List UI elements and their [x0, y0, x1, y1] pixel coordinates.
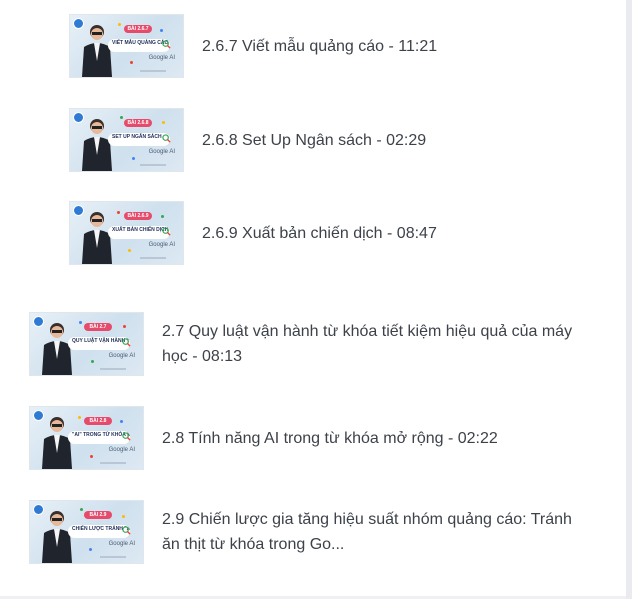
magnifier-icon	[122, 526, 131, 535]
decor-dot	[128, 249, 131, 252]
thumbnail-brand: Google AI	[108, 447, 135, 453]
thumbnail-footer-line	[100, 368, 126, 370]
magnifier-icon	[122, 432, 131, 441]
decor-dot	[132, 157, 135, 160]
decor-dot	[91, 360, 94, 363]
thumbnail-footer-line	[100, 462, 126, 464]
lesson-item[interactable]: BÀI 2.8 "AI" TRONG TỪ KHÓA MỞ RỘNG Googl…	[29, 406, 498, 470]
lesson-title-line: 2.9 Chiến lược gia tăng hiệu suất nhóm q…	[162, 511, 572, 528]
thumbnail-brand: Google AI	[148, 55, 175, 61]
scroll-edge	[626, 0, 632, 599]
magnifier-icon	[162, 227, 171, 236]
lesson-badge: BÀI 2.6.9	[124, 212, 152, 220]
lesson-item[interactable]: BÀI 2.6.9 XUẤT BẢN CHIẾN DỊCH Google AI …	[69, 201, 437, 265]
lesson-item[interactable]: BÀI 2.9 CHIẾN LƯỢC TRÁNH "ĂN THỊT" TỪ KH…	[29, 500, 572, 564]
thumbnail-brand: Google AI	[148, 242, 175, 248]
thumbnail-brand: Google AI	[108, 541, 135, 547]
thumbnail-footer-line	[140, 257, 166, 259]
decor-dot	[161, 215, 164, 218]
thumbnail-title: "AI" TRONG TỪ KHÓA MỞ RỘNG	[68, 431, 130, 444]
thumbnail-footer-line	[140, 70, 166, 72]
magnifier-icon	[162, 134, 171, 143]
magnifier-icon	[122, 338, 131, 347]
decor-dot	[90, 455, 93, 458]
thumbnail-footer-line	[140, 164, 166, 166]
lesson-badge: BÀI 2.6.8	[124, 119, 152, 127]
lesson-item[interactable]: BÀI 2.7 QUY LUẬT VẬN HÀNH TỪ KHÓA HIỆU Q…	[29, 312, 572, 376]
decor-dot	[160, 29, 163, 32]
lesson-thumbnail[interactable]: BÀI 2.8 "AI" TRONG TỪ KHÓA MỞ RỘNG Googl…	[29, 406, 144, 470]
lesson-title[interactable]: 2.8 Tính năng AI trong từ khóa mở rộng -…	[162, 426, 498, 451]
magnifier-icon	[162, 40, 171, 49]
lesson-thumbnail[interactable]: BÀI 2.6.7 VIẾT MẪU QUẢNG CÁO HIỆU QUẢ Go…	[69, 14, 184, 78]
lesson-title[interactable]: 2.6.7 Viết mẫu quảng cáo - 11:21	[202, 34, 437, 59]
decor-dot	[89, 548, 92, 551]
lesson-title[interactable]: 2.7 Quy luật vận hành từ khóa tiết kiệm …	[162, 319, 572, 369]
decor-dot	[117, 211, 120, 214]
lesson-item[interactable]: BÀI 2.6.7 VIẾT MẪU QUẢNG CÁO HIỆU QUẢ Go…	[69, 14, 437, 78]
thumbnail-brand: Google AI	[108, 353, 135, 359]
decor-dot	[130, 61, 133, 64]
lesson-title[interactable]: 2.9 Chiến lược gia tăng hiệu suất nhóm q…	[162, 507, 572, 557]
lesson-badge: BÀI 2.9	[84, 511, 112, 519]
lesson-badge: BÀI 2.8	[84, 417, 112, 425]
lesson-title[interactable]: 2.6.8 Set Up Ngân sách - 02:29	[202, 128, 426, 153]
decor-dot	[80, 508, 83, 511]
thumbnail-title: SET UP NGÂN SÁCH	[108, 133, 170, 146]
decor-dot	[120, 116, 123, 119]
decor-dot	[120, 420, 123, 423]
decor-dot	[162, 121, 165, 124]
lesson-title-line: ăn thịt từ khóa trong Go...	[162, 536, 345, 553]
lesson-badge: BÀI 2.6.7	[124, 25, 152, 33]
thumbnail-brand: Google AI	[148, 149, 175, 155]
lesson-thumbnail[interactable]: BÀI 2.9 CHIẾN LƯỢC TRÁNH "ĂN THỊT" TỪ KH…	[29, 500, 144, 564]
lesson-list-panel: BÀI 2.6.7 VIẾT MẪU QUẢNG CÁO HIỆU QUẢ Go…	[0, 0, 626, 596]
lesson-title-line: học - 08:13	[162, 348, 243, 365]
lesson-item[interactable]: BÀI 2.6.8 SET UP NGÂN SÁCH Google AI 2.6…	[69, 108, 426, 172]
decor-dot	[122, 515, 125, 518]
thumbnail-title: VIẾT MẪU QUẢNG CÁO HIỆU QUẢ	[108, 39, 170, 52]
lesson-title[interactable]: 2.6.9 Xuất bản chiến dịch - 08:47	[202, 221, 437, 246]
thumbnail-footer-line	[100, 556, 126, 558]
decor-dot	[118, 23, 121, 26]
lesson-thumbnail[interactable]: BÀI 2.6.9 XUẤT BẢN CHIẾN DỊCH Google AI	[69, 201, 184, 265]
thumbnail-title: QUY LUẬT VẬN HÀNH TỪ KHÓA HIỆU QUẢ	[68, 337, 130, 350]
thumbnail-title: CHIẾN LƯỢC TRÁNH "ĂN THỊT" TỪ KHÓA	[68, 525, 130, 538]
decor-dot	[79, 321, 82, 324]
decor-dot	[78, 416, 81, 419]
decor-dot	[123, 325, 126, 328]
thumbnail-title: XUẤT BẢN CHIẾN DỊCH	[108, 226, 170, 239]
lesson-thumbnail[interactable]: BÀI 2.6.8 SET UP NGÂN SÁCH Google AI	[69, 108, 184, 172]
lesson-title-line: 2.7 Quy luật vận hành từ khóa tiết kiệm …	[162, 323, 573, 340]
lesson-thumbnail[interactable]: BÀI 2.7 QUY LUẬT VẬN HÀNH TỪ KHÓA HIỆU Q…	[29, 312, 144, 376]
lesson-badge: BÀI 2.7	[84, 323, 112, 331]
